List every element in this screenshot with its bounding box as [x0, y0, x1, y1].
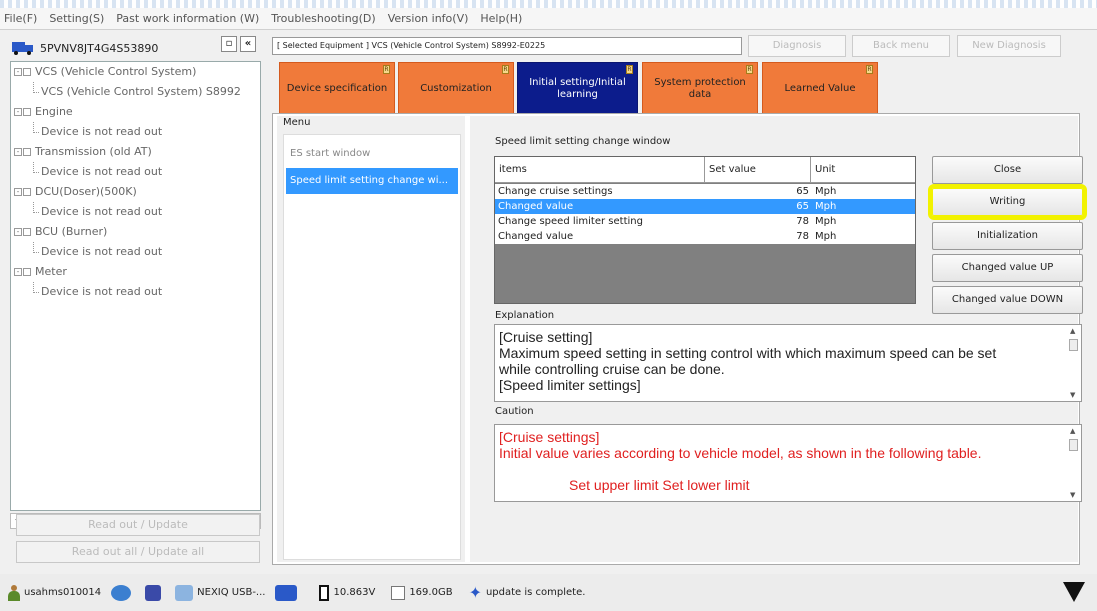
- col-set-value: Set value: [705, 157, 811, 183]
- top-decoration: [0, 0, 1097, 8]
- menu-version-info[interactable]: Version info(V): [388, 12, 469, 25]
- pin-icon: R: [626, 65, 633, 74]
- disk-status: 169.0GB: [391, 585, 453, 600]
- menu-bar: File(F) Setting(S) Past work information…: [0, 8, 1097, 30]
- vin-label: 5PVNV8JT4G4S53890: [40, 41, 159, 55]
- pin-icon: R: [383, 65, 390, 74]
- menu-file[interactable]: File(F): [4, 12, 37, 25]
- settings-table: items Set value Unit Change cruise setti…: [494, 156, 916, 304]
- col-items: items: [495, 157, 705, 183]
- window-title: Speed limit setting change window: [495, 136, 671, 147]
- equipment-panel: 5PVNV8JT4G4S53890 ▫ « - VCS (Vehicle Cont…: [8, 33, 264, 566]
- changed-value-up-button[interactable]: Changed value UP: [932, 254, 1083, 282]
- scroll-down-icon: ▼: [1070, 491, 1076, 499]
- back-menu-button[interactable]: Back menu: [852, 35, 950, 57]
- pin-marker-icon: ✦: [468, 582, 482, 602]
- user-status: usahms010014: [8, 584, 101, 601]
- server-status[interactable]: [145, 584, 165, 601]
- scroll-down-icon: ▼: [1070, 391, 1076, 399]
- pin-icon: R: [866, 65, 873, 74]
- table-row[interactable]: Changed value 65 Mph: [495, 199, 915, 214]
- tree-item-vcs-device[interactable]: VCS (Vehicle Control System) S8992: [11, 82, 260, 102]
- tab-system-protection-data[interactable]: R System protection data: [642, 62, 758, 116]
- status-bar: usahms010014 NEXIQ USB-... 10.863V 169.0…: [0, 574, 1097, 611]
- tree-item-engine[interactable]: - Engine: [11, 102, 260, 122]
- initialization-button[interactable]: Initialization: [932, 222, 1083, 250]
- tree-item-dcu[interactable]: - DCU(Doser)(500K): [11, 182, 260, 202]
- caution-label: Caution: [495, 406, 534, 417]
- table-row[interactable]: Change speed limiter setting 78 Mph: [495, 214, 915, 229]
- new-diagnosis-button[interactable]: New Diagnosis: [957, 35, 1061, 57]
- network-icon: [111, 584, 132, 601]
- pin-icon: R: [502, 65, 509, 74]
- table-row[interactable]: Changed value 78 Mph: [495, 229, 915, 244]
- menu-past-work[interactable]: Past work information (W): [116, 12, 259, 25]
- writing-button[interactable]: Writing: [928, 184, 1087, 220]
- tree-item-bcu-device[interactable]: Device is not read out: [11, 242, 260, 262]
- selected-equipment-label: [ Selected Equipment ] VCS (Vehicle Cont…: [272, 37, 742, 55]
- changed-value-down-button[interactable]: Changed value DOWN: [932, 286, 1083, 314]
- table-header: items Set value Unit: [495, 157, 915, 183]
- menu-troubleshooting[interactable]: Troubleshooting(D): [271, 12, 375, 25]
- tree-item-vcs[interactable]: - VCS (Vehicle Control System): [11, 62, 260, 82]
- pin-button[interactable]: ▫: [221, 36, 237, 52]
- server-icon: [145, 584, 162, 601]
- network-status[interactable]: [111, 584, 135, 601]
- adapter-status: NEXIQ USB-...: [175, 584, 265, 601]
- tab-initial-setting[interactable]: R Initial setting/Initial learning: [517, 62, 638, 116]
- tree-item-engine-device[interactable]: Device is not read out: [11, 122, 260, 142]
- menu-item-speed-limit[interactable]: Speed limit setting change wi...: [286, 168, 458, 194]
- voltage-status: 10.863V: [319, 584, 375, 601]
- tree-item-dcu-device[interactable]: Device is not read out: [11, 202, 260, 222]
- tree-item-bcu[interactable]: - BCU (Burner): [11, 222, 260, 242]
- collapse-button[interactable]: «: [240, 36, 256, 52]
- scroll-up-icon: ▲: [1070, 327, 1076, 335]
- diagnosis-button[interactable]: Diagnosis: [748, 35, 846, 57]
- scroll-up-icon: ▲: [1070, 427, 1076, 435]
- menu-list: ES start window Speed limit setting chan…: [283, 134, 461, 560]
- tab-device-specification[interactable]: R Device specification: [279, 62, 395, 116]
- menu-title: Menu: [283, 117, 311, 128]
- col-unit: Unit: [815, 164, 836, 175]
- truck-icon: [275, 584, 298, 601]
- vehicle-status[interactable]: [275, 584, 301, 601]
- truck-icon: [12, 42, 34, 55]
- caution-scrollbar[interactable]: ▲ ▼: [1067, 425, 1081, 501]
- caution-textbox[interactable]: [Cruise settings] Initial value varies a…: [494, 424, 1082, 502]
- tab-learned-value[interactable]: R Learned Value: [762, 62, 878, 116]
- menu-setting[interactable]: Setting(S): [49, 12, 104, 25]
- close-button[interactable]: Close: [932, 156, 1083, 184]
- read-out-update-button[interactable]: Read out / Update: [16, 514, 260, 536]
- expand-down-icon[interactable]: [1063, 582, 1085, 602]
- explanation-textbox[interactable]: [Cruise setting] Maximum speed setting i…: [494, 324, 1082, 402]
- tree-item-transmission[interactable]: - Transmission (old AT): [11, 142, 260, 162]
- battery-icon: [319, 584, 330, 601]
- tree-item-meter-device[interactable]: Device is not read out: [11, 282, 260, 302]
- table-row[interactable]: Change cruise settings 65 Mph: [495, 184, 915, 199]
- menu-item-es-start[interactable]: ES start window: [286, 141, 458, 167]
- tree-item-transmission-device[interactable]: Device is not read out: [11, 162, 260, 182]
- menu-help[interactable]: Help(H): [480, 12, 522, 25]
- user-icon: [8, 584, 20, 601]
- usb-adapter-icon: [175, 584, 194, 601]
- read-out-all-button[interactable]: Read out all / Update all: [16, 541, 260, 563]
- tree-item-meter[interactable]: - Meter: [11, 262, 260, 282]
- equipment-tree: - VCS (Vehicle Control System) VCS (Vehic…: [10, 61, 261, 511]
- update-status: ✦ update is complete.: [468, 582, 586, 602]
- disk-icon: [391, 585, 406, 600]
- explanation-scrollbar[interactable]: ▲ ▼: [1067, 325, 1081, 401]
- pin-icon: R: [746, 65, 753, 74]
- tab-customization[interactable]: R Customization: [398, 62, 514, 116]
- explanation-label: Explanation: [495, 310, 555, 321]
